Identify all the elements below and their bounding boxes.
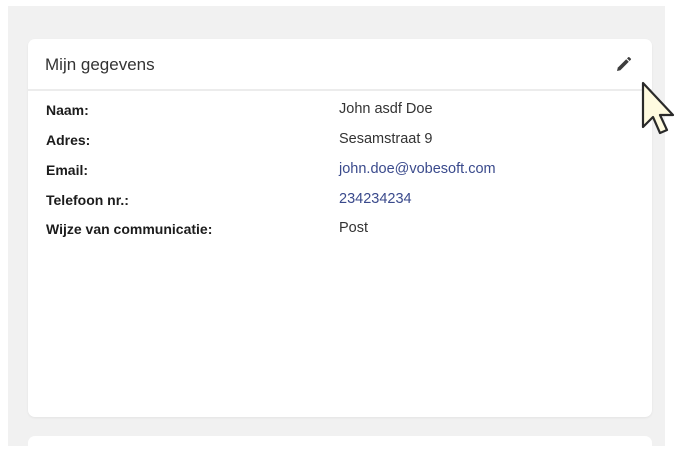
edit-button[interactable] <box>613 55 633 75</box>
card-header: Mijn gegevens <box>28 39 652 91</box>
label-address: Adres: <box>46 132 91 148</box>
email-link[interactable]: john.doe@vobesoft.com <box>339 161 496 177</box>
value-name: John asdf Doe <box>339 101 433 117</box>
value-communication-method: Post <box>339 220 369 236</box>
next-card <box>28 436 652 456</box>
label-phone: Telefoon nr.: <box>46 192 129 208</box>
label-name: Naam: <box>46 102 89 118</box>
my-details-card: Mijn gegevens Naam: John asdf Doe Adres:… <box>28 39 652 417</box>
label-communication-method: Wijze van communicatie: <box>46 221 213 237</box>
card-title: Mijn gegevens <box>45 55 155 74</box>
value-address: Sesamstraat 9 <box>339 131 433 147</box>
label-email: Email: <box>46 162 89 178</box>
phone-link[interactable]: 234234234 <box>339 191 412 207</box>
pencil-icon <box>617 56 632 71</box>
